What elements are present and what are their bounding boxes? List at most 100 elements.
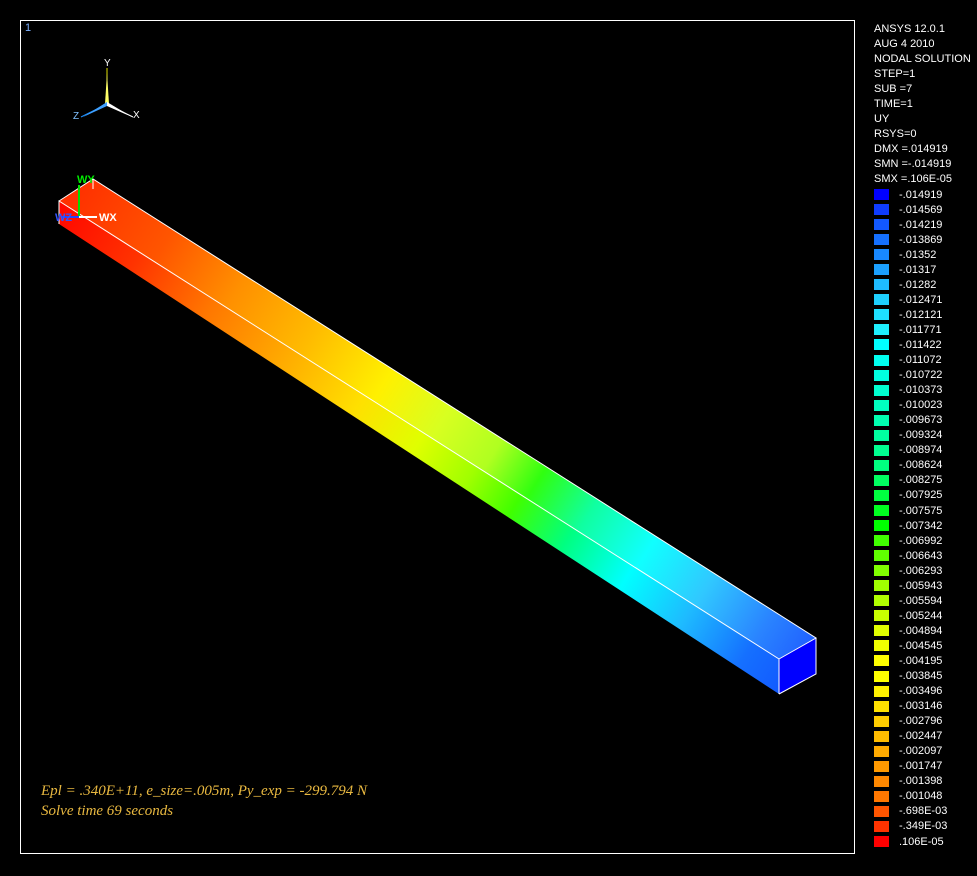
legend-entry: -.698E-03 [874, 804, 977, 819]
axis-label-x: X [133, 110, 140, 121]
legend-label: -.006992 [899, 534, 943, 547]
legend-label: -.001048 [899, 790, 943, 803]
legend-label: -.011771 [899, 323, 942, 336]
legend-label: -.003845 [899, 670, 943, 683]
legend-entry: -.002447 [874, 729, 977, 744]
legend-label: -.005943 [899, 579, 943, 592]
annotation-line-1: Epl = .340E+11, e_size=.005m, Py_exp = -… [41, 783, 367, 799]
legend-swatch [874, 369, 889, 381]
legend-entry: -.006643 [874, 548, 977, 563]
legend-entry: -.349E-03 [874, 819, 977, 834]
legend-entry: -.003845 [874, 669, 977, 684]
model-view: Y X Z WY WX WZ [55, 58, 817, 695]
legend-swatch [874, 790, 889, 802]
legend-entry: -.001398 [874, 774, 977, 789]
legend-swatch [874, 595, 889, 607]
legend-entry: .106E-05 [874, 834, 977, 849]
legend-entry: -.008624 [874, 458, 977, 473]
legend-entry: -.004894 [874, 623, 977, 638]
graphics-viewport[interactable]: 1 Y X Z WY WX WZ Epl = .340E+11, e_size=… [20, 20, 855, 854]
legend-swatch [874, 625, 889, 637]
legend-entry: -.013869 [874, 232, 977, 247]
legend-swatch [874, 550, 889, 562]
legend-label: -.010023 [899, 399, 943, 412]
info-line: NODAL SOLUTION [874, 53, 971, 65]
legend-swatch [874, 640, 889, 652]
legend-swatch [874, 204, 889, 216]
legend-swatch [874, 324, 889, 336]
legend-swatch [874, 414, 889, 426]
legend-swatch [874, 505, 889, 516]
legend-swatch [874, 610, 889, 622]
legend-entry: -.003146 [874, 699, 977, 714]
legend-label: -.005594 [899, 594, 943, 607]
legend-swatch [874, 715, 889, 727]
legend-swatch [874, 279, 889, 291]
legend-entry: -.001048 [874, 789, 977, 804]
legend-entry: -.004195 [874, 653, 977, 668]
legend-entry: -.014569 [874, 202, 977, 217]
legend-entry: -.006293 [874, 563, 977, 578]
legend-swatch [874, 730, 889, 742]
info-line: UY [874, 113, 890, 125]
legend-entry: -.012121 [874, 307, 977, 322]
legend-entry: -.01317 [874, 262, 977, 277]
info-line: SMX =.106E-05 [874, 173, 952, 185]
legend-label: -.009324 [899, 429, 943, 442]
legend-entry: -.012471 [874, 292, 977, 307]
legend-entry: -.008974 [874, 443, 977, 458]
info-line: AUG 4 2010 [874, 38, 935, 50]
axis-label-y: Y [104, 58, 111, 69]
legend-label: -.698E-03 [899, 805, 948, 818]
legend-entry: -.003496 [874, 684, 977, 699]
legend-swatch [874, 189, 889, 201]
legend-swatch [874, 670, 889, 682]
legend-label: -.004195 [899, 654, 943, 667]
legend-entry: -.007342 [874, 518, 977, 533]
axis-label-z: Z [73, 111, 79, 122]
beam-top-face [59, 179, 816, 659]
legend-swatch [874, 805, 889, 817]
legend-label: -.014569 [899, 203, 943, 216]
legend-entry: -.014919 [874, 187, 977, 202]
workplane-label-wz: WZ [55, 212, 72, 224]
legend-entry: -.001747 [874, 759, 977, 774]
legend-label: -.006643 [899, 549, 943, 562]
legend-label: -.014219 [899, 218, 943, 231]
global-axis-triad: Y X Z [73, 58, 140, 122]
legend-swatch [874, 294, 889, 306]
legend-label: -.008275 [899, 474, 943, 487]
legend-entry: -.01352 [874, 247, 977, 262]
legend-swatch [874, 520, 889, 532]
legend-label: -.002447 [899, 730, 943, 743]
legend-label: -.013869 [899, 233, 943, 246]
legend-swatch [874, 565, 889, 577]
legend-label: -.010722 [899, 369, 943, 382]
legend-label: -.001747 [899, 760, 943, 773]
legend-label: -.003146 [899, 700, 943, 713]
legend-entry: -.009673 [874, 413, 977, 428]
legend-label: -.005244 [899, 609, 943, 622]
legend-label: -.006293 [899, 564, 943, 577]
legend-entry: -.014219 [874, 217, 977, 232]
legend-entry: -.007925 [874, 488, 977, 503]
legend-label: -.003496 [899, 685, 943, 698]
legend-label: -.007925 [899, 489, 943, 502]
info-line: ANSYS 12.0.1 [874, 23, 945, 35]
legend-swatch [874, 339, 889, 351]
legend-swatch [874, 775, 889, 787]
legend-swatch [874, 399, 889, 411]
info-line: TIME=1 [874, 98, 913, 110]
legend-label: -.008624 [899, 459, 943, 472]
legend-entry: -.011771 [874, 322, 977, 337]
legend-label: -.01317 [899, 263, 937, 276]
workplane-label-wx: WX [99, 212, 117, 224]
legend-entry: -.008275 [874, 473, 977, 488]
legend-label: -.002097 [899, 745, 943, 758]
legend-entry: -.005943 [874, 578, 977, 593]
legend-entry: -.005244 [874, 608, 977, 623]
legend-label: -.001398 [899, 775, 943, 788]
legend-label: .106E-05 [899, 835, 944, 848]
legend-swatch [874, 264, 889, 276]
legend-swatch [874, 474, 889, 486]
